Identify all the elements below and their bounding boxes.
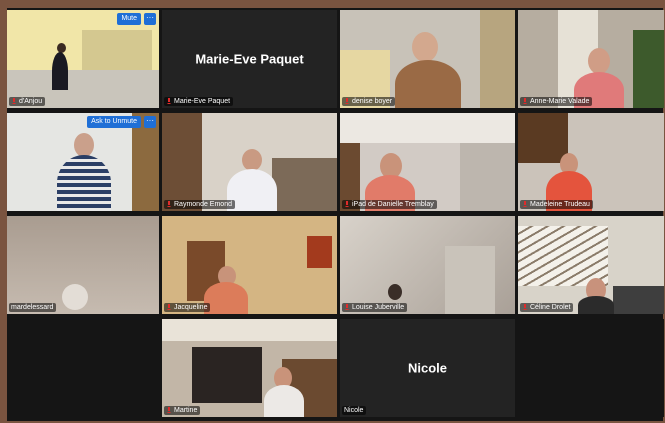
video-feed: [518, 216, 664, 314]
participant-display-name: Marie-Eve Paquet: [195, 51, 304, 67]
mic-muted-icon: [522, 98, 528, 105]
participant-name-tag: Martine: [164, 406, 201, 415]
video-feed: [162, 319, 337, 417]
participant-name: iPad de Danielle Tremblay: [352, 201, 434, 208]
more-options-button[interactable]: ···: [144, 13, 156, 25]
participant-name: Nicole: [344, 407, 364, 414]
video-feed: [340, 216, 515, 314]
video-tile[interactable]: Mute ··· d'Anjou: [7, 10, 159, 108]
participant-name: Louise Juberville: [352, 304, 405, 311]
video-tile[interactable]: Martine: [162, 319, 337, 417]
participant-name-tag: iPad de Danielle Tremblay: [342, 200, 437, 209]
participant-name-tag: Jacqueline: [164, 303, 211, 312]
mic-muted-icon: [166, 407, 172, 414]
gallery-view: Mute ··· d'Anjou Marie-Eve Paquet Marie-…: [7, 8, 664, 423]
video-tile[interactable]: iPad de Danielle Tremblay: [340, 113, 515, 211]
video-feed: [518, 10, 664, 108]
video-tile[interactable]: mardelessard: [7, 216, 159, 314]
participant-name-tag: Marie-Eve Paquet: [164, 97, 234, 106]
video-feed: [162, 113, 337, 211]
video-feed: [162, 216, 337, 314]
participant-name: d'Anjou: [19, 98, 43, 105]
video-tile[interactable]: Anne-Marie Valade: [518, 10, 664, 108]
participant-display-name: Nicole: [407, 360, 447, 376]
video-tile[interactable]: Nicole Nicole: [340, 319, 515, 417]
mic-muted-icon: [522, 304, 528, 311]
video-tile[interactable]: Raymonde Emond: [162, 113, 337, 211]
mic-muted-icon: [11, 98, 17, 105]
mic-muted-icon: [166, 201, 172, 208]
mic-muted-icon: [344, 201, 350, 208]
participant-name-tag: Anne-Marie Valade: [520, 97, 593, 106]
mute-button[interactable]: Mute: [117, 13, 141, 25]
mic-muted-icon: [344, 304, 350, 311]
participant-name-tag: mardelessard: [9, 303, 57, 312]
participant-name: Anne-Marie Valade: [530, 98, 590, 105]
video-feed: [7, 216, 159, 314]
participant-name-tag: Céline Drolet: [520, 303, 574, 312]
participant-name-tag: denise boyer: [342, 97, 396, 106]
participant-name: Marie-Eve Paquet: [174, 98, 231, 105]
mic-muted-icon: [166, 304, 172, 311]
participant-name: Raymonde Emond: [174, 201, 232, 208]
ask-to-unmute-button[interactable]: Ask to Unmute: [87, 116, 141, 128]
video-tile[interactable]: denise boyer: [340, 10, 515, 108]
participant-name-tag: d'Anjou: [9, 97, 46, 106]
participant-name: Martine: [174, 407, 198, 414]
mic-muted-icon: [344, 98, 350, 105]
video-tile[interactable]: Marie-Eve Paquet Marie-Eve Paquet: [162, 10, 337, 108]
video-feed: [518, 113, 664, 211]
mic-muted-icon: [166, 98, 172, 105]
video-tile[interactable]: Louise Juberville: [340, 216, 515, 314]
video-grid: Mute ··· d'Anjou Marie-Eve Paquet Marie-…: [7, 8, 664, 423]
mic-muted-icon: [522, 201, 528, 208]
participant-name-tag: Nicole: [342, 406, 367, 415]
video-feed: [340, 113, 515, 211]
participant-name: denise boyer: [352, 98, 393, 105]
video-tile[interactable]: Madeleine Trudeau: [518, 113, 664, 211]
video-tile[interactable]: Ask to Unmute ···: [7, 113, 159, 211]
participant-name-tag: Raymonde Emond: [164, 200, 235, 209]
empty-tile: [7, 319, 159, 417]
participant-name: Madeleine Trudeau: [530, 201, 590, 208]
empty-tile: [518, 319, 664, 417]
video-feed: [340, 10, 515, 108]
participant-name: Céline Drolet: [530, 304, 571, 311]
participant-name: mardelessard: [11, 304, 54, 311]
video-tile[interactable]: Jacqueline: [162, 216, 337, 314]
participant-name-tag: Madeleine Trudeau: [520, 200, 593, 209]
participant-name: Jacqueline: [174, 304, 208, 311]
more-options-button[interactable]: ···: [144, 116, 156, 128]
video-tile[interactable]: Céline Drolet: [518, 216, 664, 314]
participant-name-tag: Louise Juberville: [342, 303, 408, 312]
